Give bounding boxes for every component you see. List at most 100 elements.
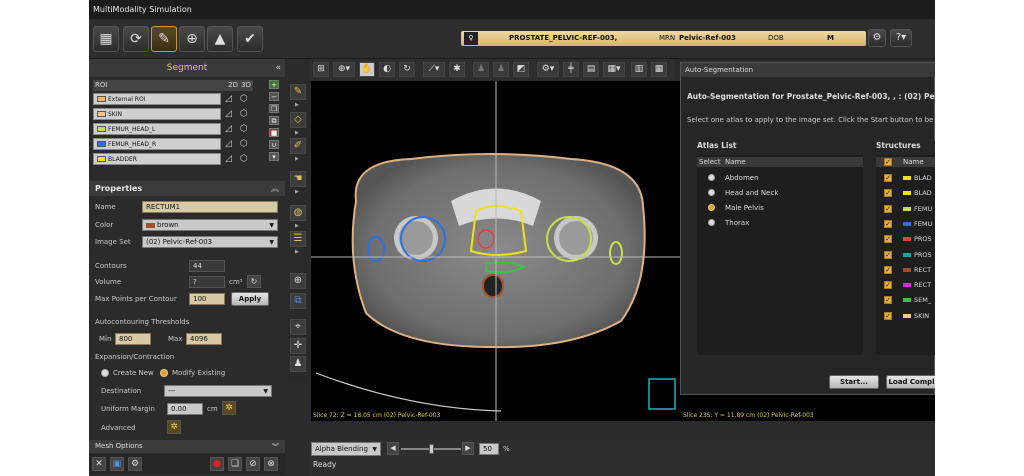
fill-tool-icon[interactable]: ◍ (290, 205, 306, 221)
brush-tool-icon[interactable]: ✎ (290, 84, 306, 100)
person-icon[interactable]: ♟ (473, 62, 489, 77)
modify-existing-radio[interactable] (160, 369, 168, 377)
rotate-icon[interactable]: ↻ (399, 62, 415, 77)
delete-roi-icon[interactable]: − (269, 92, 279, 101)
color-roi-icon[interactable]: ■ (269, 128, 279, 137)
help-icon[interactable]: ?▾ (890, 29, 912, 47)
maxpoints-field[interactable]: 100 (189, 293, 225, 305)
atlas-radio[interactable] (708, 204, 715, 211)
beam-icon[interactable]: ▲ (207, 26, 233, 52)
roi-row[interactable]: BLADDER (93, 153, 221, 165)
collapse-properties-icon[interactable]: ︽ (271, 183, 279, 194)
patient-browser-icon[interactable]: ▦ (93, 26, 119, 52)
roi-3d-visibility-icon[interactable]: ⬡ (240, 124, 250, 134)
add-roi-icon[interactable]: + (269, 80, 279, 89)
structure-row[interactable]: ✓ RECT (876, 278, 935, 292)
contouring-icon[interactable]: ✎ (151, 26, 177, 52)
uniform-margin-field[interactable]: 0.00 (167, 403, 203, 415)
settings-icon[interactable]: ⚙ (128, 457, 142, 471)
color-select[interactable]: brown ▼ (142, 219, 278, 231)
isocenter-icon[interactable]: ⊕ (179, 26, 205, 52)
layout-icon[interactable]: ⊞ (313, 62, 329, 77)
structure-checkbox[interactable]: ✓ (884, 204, 892, 213)
slider-left-icon[interactable]: ◀ (387, 442, 399, 455)
fusion-icon[interactable]: ⟳ (123, 26, 149, 52)
max-field[interactable]: 4096 (186, 333, 222, 345)
structure-row[interactable]: ✓ BLAD (876, 186, 935, 200)
collapse-icon[interactable]: « (275, 59, 281, 77)
ruler-icon[interactable]: ╪ (563, 62, 579, 77)
mesh-options-header[interactable]: Mesh Options ︾ (89, 440, 285, 453)
save-icon[interactable]: ▣ (110, 457, 124, 471)
structure-checkbox[interactable]: ✓ (884, 281, 892, 290)
create-new-radio[interactable] (101, 369, 109, 377)
display-options-icon[interactable]: ⚙▾ (537, 62, 559, 77)
nudge-tool-icon[interactable]: ☚ (290, 171, 306, 187)
scroll-down-icon[interactable]: ▾ (269, 152, 279, 161)
load-completed-button[interactable]: Load Compl (886, 375, 935, 389)
window-level-icon[interactable]: ◐ (379, 62, 395, 77)
roi-3d-visibility-icon[interactable]: ⬡ (240, 154, 250, 164)
roi-3d-visibility-icon[interactable]: ⬡ (240, 94, 250, 104)
roi-2d-visibility-icon[interactable]: ◿ (225, 124, 235, 134)
select-all-checkbox[interactable]: ✓ (884, 158, 892, 166)
blend-mode-select[interactable]: Alpha Blending ▼ (311, 442, 381, 456)
atlas-row[interactable]: Head and Neck (697, 186, 863, 200)
atlas-radio[interactable] (708, 189, 715, 196)
single-view-icon[interactable]: ▥ (631, 62, 647, 77)
structure-checkbox[interactable]: ✓ (884, 265, 892, 274)
atlas-row[interactable]: Thorax (697, 216, 863, 230)
record-icon[interactable]: ● (210, 457, 224, 471)
overlay-icon[interactable]: ▤ (583, 62, 599, 77)
blend-value[interactable]: 50 (479, 443, 499, 455)
roi-row[interactable]: External ROI (93, 93, 221, 105)
structure-row[interactable]: ✓ PROS (876, 248, 935, 262)
merge-roi-icon[interactable]: ⧉ (269, 116, 279, 125)
structure-checkbox[interactable]: ✓ (884, 189, 892, 198)
start-button[interactable]: Start... (829, 375, 879, 389)
roi-2d-visibility-icon[interactable]: ◿ (225, 154, 235, 164)
smooth-tool-icon[interactable]: ☰ (290, 231, 306, 247)
roi-2d-visibility-icon[interactable]: ◿ (225, 139, 235, 149)
imageset-select[interactable]: (02) Pelvic-Ref-003 ▼ (142, 236, 278, 248)
structure-checkbox[interactable]: ✓ (884, 174, 892, 182)
annotate-icon[interactable]: ✱ (449, 62, 465, 77)
eraser-icon[interactable]: ◩ (513, 62, 529, 77)
roi-2d-visibility-icon[interactable]: ◿ (225, 94, 235, 104)
slider-right-icon[interactable]: ▶ (462, 442, 474, 455)
crosshair-tool-icon[interactable]: ✛ (290, 338, 306, 354)
multi-view-icon[interactable]: ▦ (651, 62, 667, 77)
structure-row[interactable]: ✓ FEMU (876, 202, 935, 216)
structure-row[interactable]: ✓ BLAD (876, 171, 935, 185)
roi-row[interactable]: FEMUR_HEAD_R (93, 138, 221, 150)
zoom-icon[interactable]: ⊕▾ (333, 62, 355, 77)
tool-icon[interactable]: ⊗ (264, 457, 278, 471)
advanced-icon[interactable]: ✲ (167, 420, 181, 434)
roi-row[interactable]: FEMUR_HEAD_L (93, 123, 221, 135)
page-icon[interactable]: ❏ (228, 457, 242, 471)
atlas-radio[interactable] (708, 219, 715, 226)
roi-3d-visibility-icon[interactable]: ⬡ (240, 139, 250, 149)
structure-checkbox[interactable]: ✓ (884, 296, 892, 305)
target-tool-icon[interactable]: ⌖ (290, 319, 306, 335)
approve-icon[interactable]: ✔ (237, 26, 263, 52)
structure-checkbox[interactable]: ✓ (884, 311, 892, 320)
destination-select[interactable]: --- ▼ (164, 385, 272, 397)
structure-row[interactable]: ✓ SEM_ (876, 293, 935, 307)
structure-checkbox[interactable]: ✓ (884, 219, 892, 228)
zoom-tool-icon[interactable]: ⊕ (290, 273, 306, 289)
person-icon[interactable]: ♟ (493, 62, 509, 77)
roi-2d-visibility-icon[interactable]: ◿ (225, 109, 235, 119)
structure-checkbox[interactable]: ✓ (884, 235, 892, 244)
grid-icon[interactable]: ▦▾ (603, 62, 625, 77)
blend-slider-thumb[interactable] (429, 444, 434, 454)
refresh-volume-icon[interactable]: ↻ (247, 275, 261, 288)
copy-tool-icon[interactable]: ⧉ (290, 293, 306, 309)
axial-viewer[interactable]: Slice 72: Z = 18.05 cm (02) Pelvic-Ref-0… (311, 81, 681, 421)
min-field[interactable]: 800 (115, 333, 151, 345)
edit-tool-icon[interactable]: ✐ (290, 138, 306, 154)
person-tool-icon[interactable]: ♟ (290, 356, 306, 372)
atlas-radio[interactable] (708, 174, 715, 181)
tools-icon[interactable]: ⚙ (868, 29, 886, 47)
boolean-roi-icon[interactable]: ∪ (269, 140, 279, 149)
